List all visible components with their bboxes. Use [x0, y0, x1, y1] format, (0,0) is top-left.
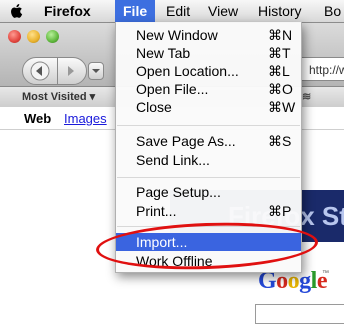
- most-visited-label: Most Visited: [22, 91, 87, 103]
- back-arrow-icon: [30, 61, 50, 81]
- menu-view[interactable]: View: [208, 0, 238, 22]
- menu-item-open-location[interactable]: Open Location... ⌘L: [116, 62, 301, 80]
- menu-item-open-file[interactable]: Open File... ⌘O: [116, 80, 301, 98]
- close-window-button[interactable]: [8, 30, 21, 43]
- apple-icon[interactable]: [8, 2, 26, 20]
- menu-item-label: Page Setup...: [136, 184, 221, 200]
- menu-item-shortcut: ⌘P: [268, 203, 292, 219]
- forward-button[interactable]: [57, 57, 87, 85]
- address-bar[interactable]: http://www: [300, 57, 344, 81]
- menu-history[interactable]: History: [258, 0, 302, 22]
- menu-item-label: Close: [136, 99, 172, 115]
- back-button[interactable]: [22, 57, 58, 85]
- menu-item-new-tab[interactable]: New Tab ⌘T: [116, 44, 301, 62]
- menu-item-shortcut: ⌘T: [268, 45, 291, 61]
- minimize-window-button[interactable]: [27, 30, 40, 43]
- menu-item-label: Print...: [136, 203, 177, 219]
- menu-item-print[interactable]: Print... ⌘P: [116, 202, 301, 220]
- menu-item-shortcut: ⌘O: [268, 81, 293, 97]
- menu-bookmarks-partial[interactable]: Bo: [324, 0, 341, 22]
- menu-item-label: Open File...: [136, 81, 209, 97]
- google-search-input[interactable]: [255, 304, 344, 324]
- menu-item-label: New Window: [136, 27, 218, 43]
- menu-item-page-setup[interactable]: Page Setup...: [116, 183, 301, 201]
- menu-item-new-window[interactable]: New Window ⌘N: [116, 26, 301, 44]
- dropdown-arrow-icon: ▾: [89, 91, 96, 103]
- menu-item-save-page-as[interactable]: Save Page As... ⌘S: [116, 132, 301, 150]
- menu-item-shortcut: ⌘S: [268, 133, 292, 149]
- address-text: http://www: [309, 63, 344, 77]
- menu-item-label: Save Page As...: [136, 133, 236, 149]
- menu-firefox[interactable]: Firefox: [44, 0, 91, 22]
- menu-file[interactable]: File: [115, 0, 156, 22]
- chevron-down-icon: [92, 69, 100, 73]
- menu-item-shortcut: ⌘N: [268, 27, 293, 43]
- menu-item-close[interactable]: Close ⌘W: [116, 98, 301, 116]
- menu-bar: Firefox File Edit View History Bo: [0, 0, 344, 23]
- menu-item-label: Send Link...: [136, 152, 210, 168]
- menu-item-shortcut: ⌘L: [268, 63, 290, 79]
- menu-item-send-link[interactable]: Send Link...: [116, 151, 301, 169]
- feed-icon[interactable]: ≋: [302, 90, 311, 103]
- history-dropdown-button[interactable]: [88, 62, 104, 80]
- menu-item-label: Open Location...: [136, 63, 239, 79]
- web-link[interactable]: Web: [24, 111, 51, 126]
- menu-item-label: New Tab: [136, 45, 191, 61]
- menu-separator: [117, 125, 300, 126]
- forward-arrow-icon: [68, 66, 74, 76]
- menu-edit[interactable]: Edit: [166, 0, 190, 22]
- trademark-mark: ™: [322, 270, 329, 277]
- menu-item-shortcut: ⌘W: [268, 99, 296, 115]
- zoom-window-button[interactable]: [46, 30, 59, 43]
- images-link[interactable]: Images: [64, 111, 107, 126]
- most-visited-button[interactable]: Most Visited ▾: [22, 90, 95, 103]
- menu-separator: [117, 177, 300, 178]
